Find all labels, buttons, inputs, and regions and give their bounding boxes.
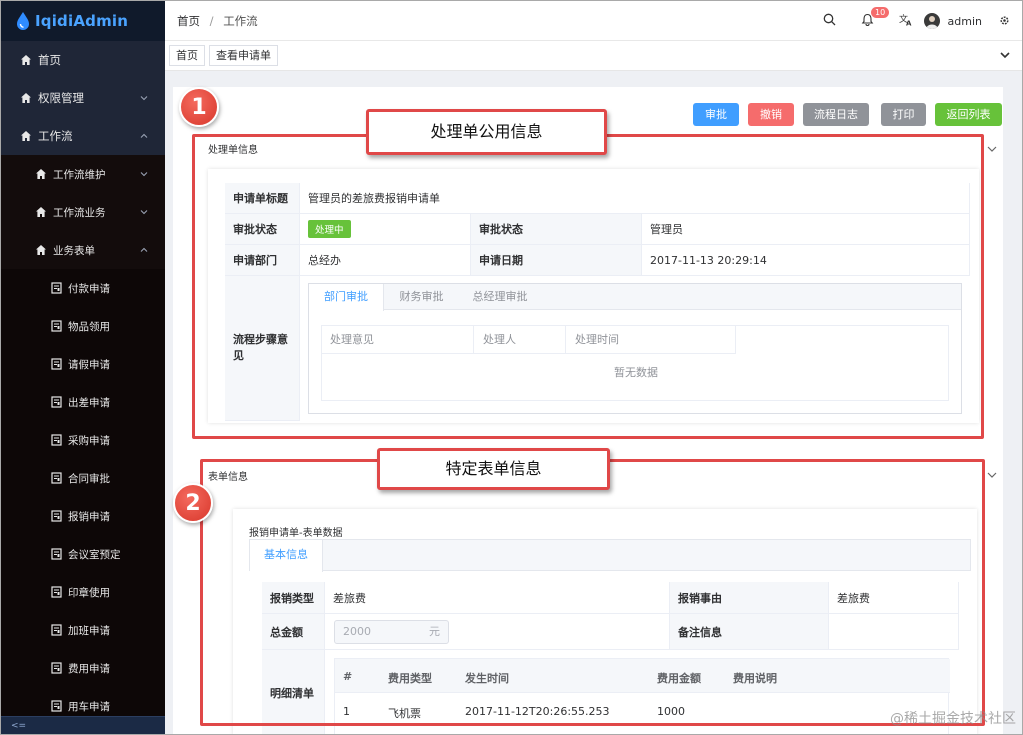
- watermark: @稀土掘金技术社区: [890, 711, 1016, 727]
- chevron-down-icon: [140, 96, 148, 101]
- chevron-down-icon[interactable]: [987, 144, 997, 154]
- top-bar: 首页 / 工作流 10 文 A admin: [165, 1, 1022, 41]
- home-icon: [21, 131, 31, 141]
- chevron-up-icon: [140, 247, 148, 252]
- sidebar-item-label: 费用申请: [68, 662, 110, 675]
- svg-text:A: A: [906, 20, 912, 27]
- sidebar-item[interactable]: 工作流维护: [1, 155, 165, 193]
- form-icon: [51, 662, 62, 674]
- annotation-number-2: 2: [173, 483, 213, 523]
- logo[interactable]: IqidiAdmin: [1, 1, 165, 41]
- sidebar-item-label: 采购申请: [68, 434, 110, 447]
- home-icon: [36, 169, 46, 179]
- sidebar-item[interactable]: 加班申请: [1, 611, 165, 649]
- home-icon: [21, 93, 31, 103]
- notification-button[interactable]: 10: [861, 7, 890, 29]
- sidebar-item-label: 请假申请: [68, 358, 110, 371]
- chevron-up-icon: [140, 133, 148, 138]
- sidebar-item[interactable]: 权限管理: [1, 79, 165, 117]
- form-icon: [51, 510, 62, 522]
- notification-badge: 10: [871, 7, 890, 18]
- sidebar-item[interactable]: 业务表单: [1, 231, 165, 269]
- sidebar-item-label: 物品领用: [68, 320, 110, 333]
- home-icon: [36, 207, 46, 217]
- breadcrumb-item-home[interactable]: 首页: [177, 14, 200, 28]
- form-icon: [51, 548, 62, 560]
- toolbar-button[interactable]: 审批: [693, 103, 739, 126]
- sidebar-item-label: 用车申请: [68, 700, 110, 713]
- sidebar-item[interactable]: 会议室预定: [1, 535, 165, 573]
- breadcrumb-item-current: 工作流: [223, 13, 258, 28]
- annotation-label-form-info: 特定表单信息: [377, 448, 610, 490]
- sidebar-item[interactable]: 工作流: [1, 117, 165, 155]
- tag-view-request[interactable]: 查看申请单: [209, 45, 278, 66]
- sidebar-item[interactable]: 出差申请: [1, 383, 165, 421]
- username: admin: [947, 14, 982, 28]
- sidebar-item-label: 权限管理: [38, 91, 84, 105]
- chevron-down-icon[interactable]: [987, 470, 997, 480]
- tag-home[interactable]: 首页: [169, 45, 205, 66]
- form-icon: [51, 700, 62, 712]
- avatar: [923, 13, 940, 29]
- sidebar-item[interactable]: 物品领用: [1, 307, 165, 345]
- user-menu[interactable]: admin: [923, 13, 982, 29]
- breadcrumb: 首页 / 工作流: [177, 13, 258, 29]
- sidebar-item[interactable]: 报销申请: [1, 497, 165, 535]
- toolbar-button[interactable]: 流程日志: [803, 103, 869, 126]
- sidebar-item[interactable]: 首页: [1, 41, 165, 79]
- sidebar-item-label: 报销申请: [68, 510, 110, 523]
- form-icon: [51, 358, 62, 370]
- annotation-number-1: 1: [179, 87, 219, 127]
- sidebar-item-label: 工作流维护: [53, 168, 106, 181]
- form-icon: [51, 282, 62, 294]
- breadcrumb-separator: /: [209, 13, 214, 28]
- annotation-label-common-info: 处理单公用信息: [366, 109, 607, 155]
- form-icon: [51, 624, 62, 636]
- form-icon: [51, 434, 62, 446]
- translate-icon[interactable]: 文 A: [899, 13, 913, 26]
- app-name: IqidiAdmin: [35, 12, 129, 30]
- sidebar-menu: 首页权限管理工作流工作流维护工作流业务业务表单付款申请物品领用请假申请出差申请采…: [1, 41, 165, 725]
- sidebar-item[interactable]: 合同审批: [1, 459, 165, 497]
- water-drop-icon: [17, 12, 29, 30]
- home-icon: [36, 245, 46, 255]
- form-icon: [51, 586, 62, 598]
- sidebar-item-label: 合同审批: [68, 472, 110, 485]
- annotation-box-common-info: [192, 134, 984, 439]
- form-icon: [51, 472, 62, 484]
- chevron-down-icon: [140, 172, 148, 177]
- form-icon: [51, 396, 62, 408]
- chevron-down-icon: [140, 210, 148, 215]
- sidebar-item-label: 出差申请: [68, 396, 110, 409]
- sidebar: IqidiAdmin 首页权限管理工作流工作流维护工作流业务业务表单付款申请物品…: [1, 1, 165, 734]
- form-icon: [51, 320, 62, 332]
- annotation-box-form-info: [200, 459, 985, 726]
- sidebar-item[interactable]: 请假申请: [1, 345, 165, 383]
- toolbar-button[interactable]: 返回列表: [935, 103, 1002, 126]
- home-icon: [21, 55, 31, 65]
- sidebar-item-label: 工作流业务: [53, 206, 106, 219]
- sidebar-item[interactable]: 印章使用: [1, 573, 165, 611]
- sidebar-item[interactable]: 付款申请: [1, 269, 165, 307]
- search-icon[interactable]: [823, 13, 836, 26]
- sidebar-item-label: 会议室预定: [68, 548, 121, 561]
- sidebar-item-label: 业务表单: [53, 244, 95, 257]
- sidebar-item-label: 首页: [38, 53, 61, 67]
- toolbar-button[interactable]: 撤销: [748, 103, 794, 126]
- gear-icon[interactable]: [999, 15, 1010, 26]
- sidebar-item-label: 加班申请: [68, 624, 110, 637]
- sidebar-item-label: 印章使用: [68, 586, 110, 599]
- sidebar-collapse-toggle[interactable]: <=: [1, 716, 165, 734]
- sidebar-item-label: 付款申请: [68, 282, 110, 295]
- chevron-down-icon[interactable]: [1000, 51, 1010, 59]
- sidebar-item[interactable]: 费用申请: [1, 649, 165, 687]
- sidebar-item-label: 工作流: [38, 129, 73, 143]
- toolbar-button[interactable]: 打印: [881, 103, 926, 126]
- sidebar-item[interactable]: 采购申请: [1, 421, 165, 459]
- sidebar-item[interactable]: 工作流业务: [1, 193, 165, 231]
- app-window: IqidiAdmin 首页 权限管理 工作流 工作流维护 工作流业务 业务表单 付款申请 物品…: [0, 0, 1023, 735]
- tags-view-bar: 首页 查看申请单: [165, 41, 1022, 71]
